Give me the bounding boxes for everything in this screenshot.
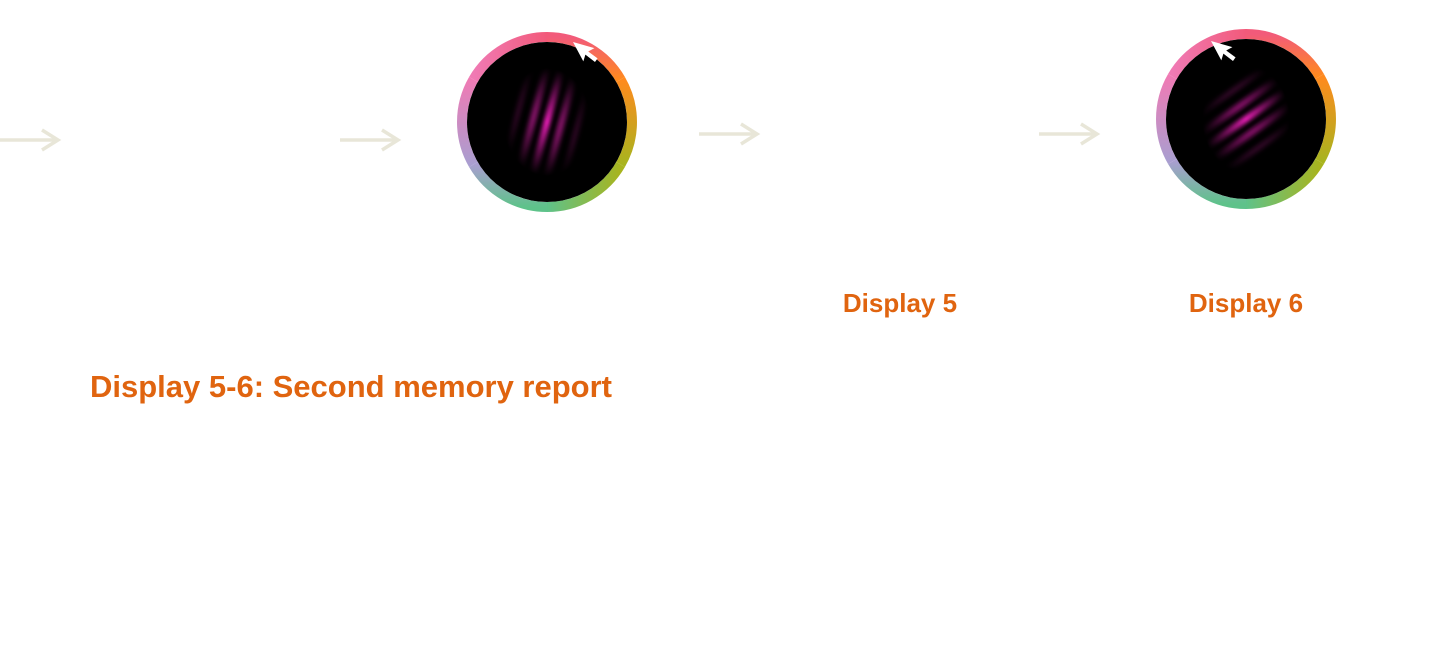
- right-arrow-icon: [699, 122, 761, 146]
- grating-disc: [1156, 29, 1336, 209]
- right-arrow-icon: [0, 128, 62, 152]
- display-5-label: Display 5: [842, 288, 958, 318]
- grating-disc: [457, 32, 637, 212]
- right-arrow-icon: [1039, 122, 1101, 146]
- right-arrow-icon: [340, 128, 402, 152]
- display-6-label: Display 6: [1188, 288, 1304, 318]
- section-title: Display 5-6: Second memory report: [90, 369, 612, 404]
